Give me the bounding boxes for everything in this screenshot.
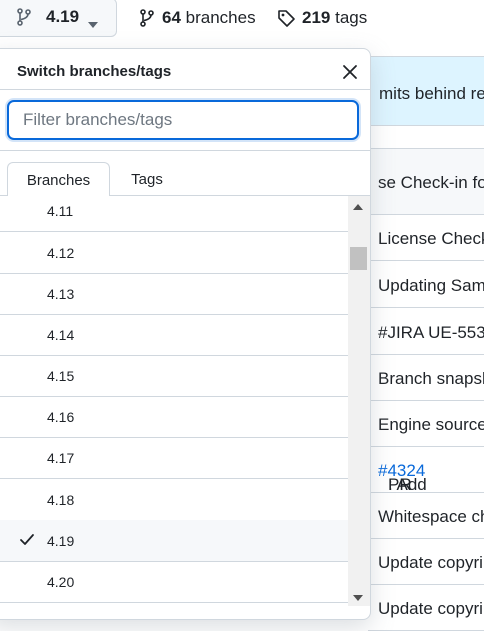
list-item[interactable]: 4.11 bbox=[0, 196, 348, 232]
list-item[interactable]: 4.13 bbox=[0, 273, 348, 315]
tab-tags[interactable]: Tags bbox=[113, 162, 181, 195]
list-item[interactable]: 4.15 bbox=[0, 355, 348, 397]
branch-switcher-dropdown: Switch branches/tags Branches Tags 4.11 … bbox=[0, 48, 371, 620]
branch-name: 4.13 bbox=[47, 286, 75, 302]
tag-icon bbox=[277, 9, 296, 33]
tags-count: 219 bbox=[302, 8, 331, 27]
branch-name: 4.20 bbox=[47, 574, 75, 590]
close-icon[interactable] bbox=[339, 61, 361, 83]
file-row: Branch snapsh bbox=[368, 355, 484, 401]
list-item[interactable]: 4.18 bbox=[0, 479, 348, 521]
branch-name: 4.11 bbox=[47, 203, 74, 219]
branch-name: 4.16 bbox=[47, 409, 75, 425]
list-item[interactable]: 4.12 bbox=[0, 232, 348, 274]
commit-message[interactable]: License Check bbox=[378, 229, 484, 249]
list-item-selected[interactable]: 4.19 bbox=[0, 520, 348, 562]
file-row: Updating Sam bbox=[368, 262, 484, 308]
compare-banner: mits behind rel bbox=[368, 56, 484, 126]
list-item[interactable]: 4.20 bbox=[0, 561, 348, 603]
branch-select-button[interactable]: 4.19 bbox=[0, 0, 117, 37]
branch-name: 4.19 bbox=[47, 533, 75, 549]
file-row: #JIRA UE-5534 bbox=[368, 309, 484, 355]
list-item[interactable]: 4.16 bbox=[0, 396, 348, 438]
divider bbox=[0, 150, 370, 151]
latest-commit-bar: se Check-in fo bbox=[368, 148, 484, 215]
branches-count: 64 bbox=[162, 8, 181, 27]
commit-message[interactable]: Branch snapsh bbox=[378, 369, 484, 389]
commit-message[interactable]: Update copyri bbox=[378, 553, 483, 573]
filter-branches-input[interactable] bbox=[7, 100, 359, 140]
commit-message[interactable]: Whitespace ch bbox=[378, 507, 484, 527]
branch-tag-tabs: Branches Tags bbox=[0, 162, 370, 196]
git-branch-icon bbox=[139, 9, 155, 32]
scrollbar-thumb[interactable] bbox=[350, 247, 367, 270]
scroll-up-icon[interactable] bbox=[353, 204, 363, 210]
latest-commit-message[interactable]: se Check-in fo bbox=[378, 173, 484, 193]
branch-name: 4.12 bbox=[47, 245, 75, 261]
file-row: Update copyri bbox=[368, 585, 484, 631]
dropdown-title: Switch branches/tags bbox=[17, 63, 172, 80]
compare-text: mits behind rel bbox=[379, 84, 484, 103]
file-row: Update copyri bbox=[368, 539, 484, 585]
tags-label: tags bbox=[335, 8, 368, 27]
tab-branches[interactable]: Branches bbox=[7, 162, 110, 196]
triangle-down-icon bbox=[88, 15, 98, 33]
check-icon bbox=[19, 533, 35, 552]
scroll-down-icon[interactable] bbox=[353, 595, 363, 601]
commit-message[interactable]: #JIRA UE-5534 bbox=[378, 323, 484, 343]
commit-message[interactable]: Update copyri bbox=[378, 599, 483, 619]
branches-count-link[interactable]: 64 branches bbox=[139, 8, 256, 28]
file-row: License Check bbox=[368, 215, 484, 261]
branch-name: 4.17 bbox=[47, 450, 75, 466]
branches-label: branches bbox=[185, 8, 256, 27]
current-branch-label: 4.19 bbox=[46, 7, 80, 26]
file-row: Whitespace ch bbox=[368, 493, 484, 539]
list-item[interactable]: 4.14 bbox=[0, 314, 348, 356]
file-row: Engine source bbox=[368, 401, 484, 447]
branch-name: 4.15 bbox=[47, 368, 75, 384]
commit-message[interactable]: Engine source bbox=[378, 415, 484, 435]
file-row: PR #4324: Add bbox=[368, 447, 484, 494]
commit-message[interactable]: Updating Sam bbox=[378, 276, 484, 296]
git-branch-icon bbox=[16, 8, 32, 31]
repo-toolbar: 4.19 64 branches 219 tags bbox=[0, 0, 484, 38]
tags-count-link[interactable]: 219 tags bbox=[277, 8, 367, 28]
branch-name: 4.18 bbox=[47, 492, 75, 508]
list-item[interactable]: 4.17 bbox=[0, 437, 348, 479]
branch-list: 4.11 4.12 4.13 4.14 4.15 4.16 4.17 4.18 … bbox=[0, 196, 348, 619]
commit-suffix: : Add bbox=[388, 475, 427, 494]
branch-name: 4.14 bbox=[47, 327, 75, 343]
divider bbox=[0, 89, 370, 90]
list-scrollbar[interactable] bbox=[348, 196, 370, 606]
commit-message: PR #4324: Add bbox=[378, 461, 427, 494]
